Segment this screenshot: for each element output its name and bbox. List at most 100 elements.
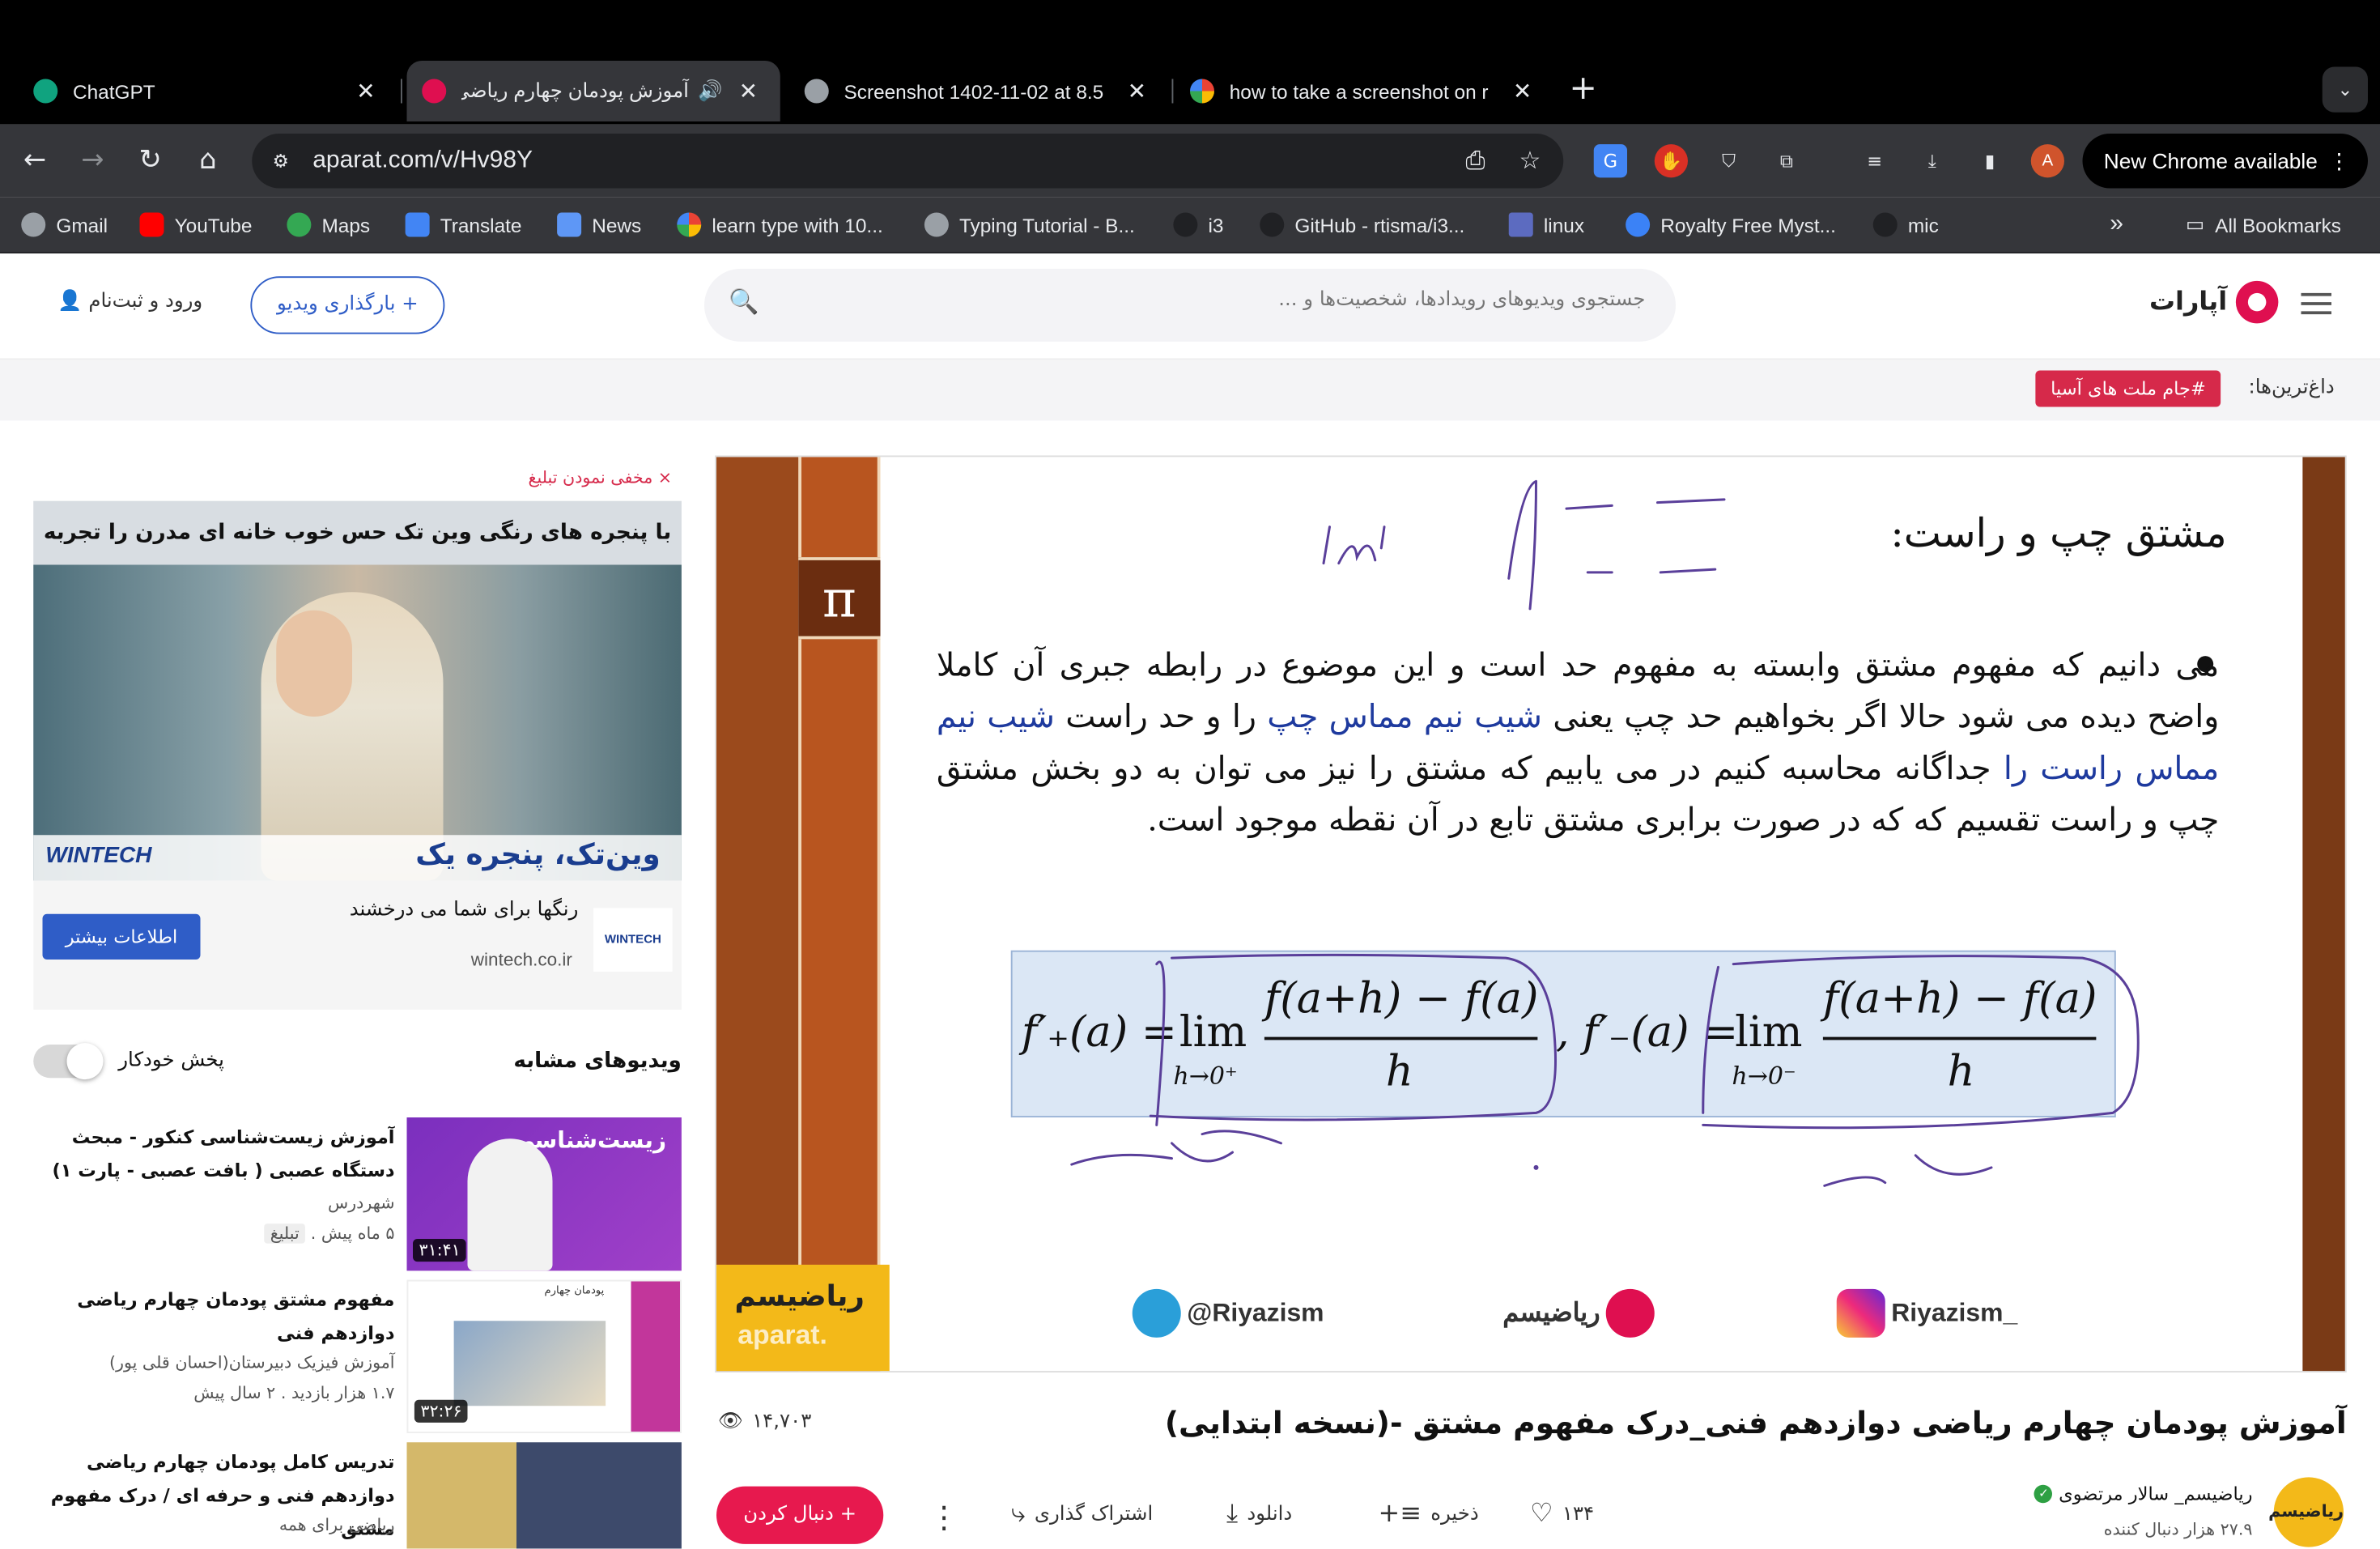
reload-icon[interactable]: ↻ bbox=[130, 141, 170, 181]
tab-strip: ChatGPT ✕ آموزش پودمان چهارم ریاضی دو 🔊 … bbox=[0, 0, 2380, 125]
related-channel[interactable]: آموزش فیزیک دبیرستان(احسان قلی پور) bbox=[109, 1353, 395, 1372]
related-channel[interactable]: شهردرس bbox=[328, 1194, 395, 1213]
bookmark-github[interactable]: GitHub - rtisma/i3... bbox=[1260, 211, 1464, 239]
close-icon[interactable]: ✕ bbox=[1120, 78, 1154, 105]
bookmark-news[interactable]: News bbox=[557, 211, 641, 239]
download-button[interactable]: دانلود ⤓ bbox=[1226, 1499, 1292, 1530]
follow-button[interactable]: + دنبال کردن bbox=[716, 1486, 884, 1544]
home-icon[interactable]: ⌂ bbox=[189, 141, 228, 181]
globe-icon bbox=[1872, 212, 1898, 237]
tab-aparat[interactable]: آموزش پودمان چهارم ریاضی دو 🔊 ✕ bbox=[406, 61, 780, 121]
close-icon[interactable]: ✕ bbox=[732, 78, 765, 105]
tab-chatgpt[interactable]: ChatGPT ✕ bbox=[0, 61, 397, 121]
login-button[interactable]: ورود و ثبت‌نام 👤 bbox=[57, 290, 202, 313]
ad-text: رنگها برای شما می درخشند bbox=[349, 899, 579, 922]
search-icon[interactable]: 🔍 bbox=[729, 287, 759, 316]
upload-video-button[interactable]: + بارگذاری ویدیو bbox=[250, 276, 445, 334]
related-meta-text: ۵ ماه پیش bbox=[321, 1223, 395, 1244]
globe-icon bbox=[21, 212, 46, 237]
ad-more-info-button[interactable]: اطلاعات بیشتر bbox=[42, 913, 201, 960]
forward-icon[interactable]: → bbox=[73, 141, 113, 181]
aparat-logo[interactable]: آپارات bbox=[2149, 280, 2279, 324]
address-bar[interactable]: ⚙ aparat.com/v/Hv98Y ⎙ ☆ bbox=[252, 134, 1564, 189]
channel-avatar[interactable]: ریاضیسم bbox=[2268, 1477, 2344, 1547]
bookmark-translate[interactable]: Translate bbox=[405, 211, 521, 239]
social-text: Riyazism_ bbox=[1891, 1298, 2018, 1327]
speaker-icon[interactable]: 🔊 bbox=[698, 79, 722, 104]
search-box: 🔍 bbox=[704, 268, 1676, 342]
like-button[interactable]: ۱۳۴ ♡ bbox=[1530, 1499, 1594, 1530]
heart-icon: ♡ bbox=[1530, 1498, 1553, 1530]
bookmark-linux[interactable]: linux bbox=[1508, 211, 1584, 239]
close-icon[interactable]: ✕ bbox=[1506, 78, 1539, 105]
url-text[interactable]: aparat.com/v/Hv98Y bbox=[312, 147, 533, 175]
shield-icon[interactable]: ⛉ bbox=[1712, 144, 1745, 177]
similar-videos-heading: ویدیوهای مشابه bbox=[513, 1049, 682, 1074]
close-icon[interactable]: ✕ bbox=[349, 78, 382, 105]
related-video[interactable]: تدریس کامل پودمان چهارم ریاضی دوازدهم فن… bbox=[33, 1442, 682, 1549]
autoplay-toggle[interactable] bbox=[33, 1043, 104, 1080]
ad-brand-logo: WINTECH bbox=[593, 908, 673, 972]
trending-chip[interactable]: #جام ملت های آسیا bbox=[2035, 370, 2221, 407]
back-icon[interactable]: ← bbox=[15, 141, 55, 181]
related-meta: ۵ ماه پیش . تبلیغ bbox=[264, 1223, 395, 1244]
related-video[interactable]: پودمان چهارم ۳۲:۲۶ مفهوم مشتق پودمان چها… bbox=[33, 1279, 682, 1433]
share-button[interactable]: اشتراک گذاری ⤷ bbox=[1011, 1499, 1153, 1530]
menu-icon[interactable] bbox=[2301, 292, 2331, 315]
more-bookmarks-icon[interactable]: » bbox=[2110, 211, 2123, 239]
side-panel-icon[interactable]: ▮ bbox=[1974, 144, 2007, 177]
bookmark-maps[interactable]: Maps bbox=[287, 211, 370, 239]
ad-image[interactable] bbox=[33, 564, 682, 881]
bookmark-label: Royalty Free Myst... bbox=[1660, 213, 1836, 236]
related-title[interactable]: مفهوم مشتق پودمان چهارم ریاضی دوازدهم فن… bbox=[45, 1283, 394, 1350]
bookmark-royalty[interactable]: Royalty Free Myst... bbox=[1626, 211, 1836, 239]
save-button[interactable]: ذخیره ≡+ bbox=[1379, 1499, 1479, 1530]
related-title[interactable]: آموزش زیست‌شناسی کنکور - مبحث دستگاه عصب… bbox=[45, 1121, 394, 1188]
update-chrome-button[interactable]: New Chrome available ⋮ bbox=[2082, 134, 2368, 189]
bookmark-typing-tutorial[interactable]: Typing Tutorial - B... bbox=[924, 211, 1135, 239]
more-vert-icon[interactable]: ⋮ bbox=[929, 1499, 960, 1535]
related-video[interactable]: زیست‌شناسی ۳۱:۴۱ آموزش زیست‌شناسی کنکور … bbox=[33, 1117, 682, 1271]
site-header: ورود و ثبت‌نام 👤 + بارگذاری ویدیو 🔍 آپار… bbox=[0, 253, 2380, 360]
channel-name[interactable]: ریاضیسم_ سالار مرتضوی ✓ bbox=[2034, 1483, 2253, 1504]
download-icon[interactable]: ⤓ bbox=[1915, 144, 1949, 177]
related-thumbnail[interactable]: پودمان چهارم ۳۲:۲۶ bbox=[406, 1279, 682, 1433]
media-control-icon[interactable]: ≡ bbox=[1858, 144, 1891, 177]
profile-avatar[interactable]: A bbox=[2030, 144, 2064, 178]
bookmark-label: GitHub - rtisma/i3... bbox=[1294, 213, 1465, 236]
all-bookmarks-button[interactable]: ▭ All Bookmarks bbox=[2186, 211, 2341, 239]
advertisement[interactable]: با پنجره های رنگی وین تک حس خوب خانه ای … bbox=[33, 500, 682, 1010]
duration-badge: ۳۱:۴۱ bbox=[413, 1239, 467, 1262]
more-vert-icon[interactable]: ⋮ bbox=[2328, 134, 2349, 189]
related-channel[interactable]: ریاضی برای همه bbox=[279, 1515, 395, 1534]
brand-name: آپارات bbox=[2149, 287, 2228, 317]
bookmark-i3[interactable]: i3 bbox=[1173, 211, 1223, 239]
search-input[interactable] bbox=[795, 288, 1646, 312]
bookmark-star-icon[interactable]: ☆ bbox=[1515, 146, 1545, 177]
ad-domain[interactable]: wintech.co.ir bbox=[471, 949, 572, 970]
adblock-extension-icon[interactable]: ✋ bbox=[1654, 144, 1688, 178]
related-thumbnail[interactable] bbox=[406, 1442, 682, 1549]
hide-ad-button[interactable]: × مخفی نمودن تبلیغ bbox=[529, 468, 673, 487]
autoplay-label: پخش خودکار bbox=[118, 1049, 224, 1072]
video-player[interactable]: π ریاضیسم aparat. مشتق چپ و راست: ● می د… bbox=[715, 455, 2347, 1372]
related-meta: ۱.۷ هزار بازدید . ۲ سال پیش bbox=[193, 1383, 395, 1403]
handwriting-annotations bbox=[1070, 479, 2140, 1187]
tab-search-button[interactable]: ⌄ bbox=[2322, 66, 2368, 113]
tab-google[interactable]: how to take a screenshot on r ✕ bbox=[1175, 61, 1554, 121]
related-thumbnail[interactable]: زیست‌شناسی ۳۱:۴۱ bbox=[406, 1117, 682, 1271]
aparat-handle: ریاضیسم bbox=[1502, 1288, 1660, 1338]
site-info-icon[interactable]: ⚙ bbox=[267, 147, 295, 175]
bookmark-gmail[interactable]: Gmail bbox=[21, 211, 108, 239]
tab-separator bbox=[1171, 79, 1174, 104]
tab-screenshot[interactable]: Screenshot 1402-11-02 at 8.5 ✕ bbox=[784, 61, 1169, 121]
extensions-puzzle-icon[interactable]: ⧉ bbox=[1770, 144, 1803, 177]
new-tab-button[interactable]: + bbox=[1566, 72, 1600, 106]
share-icon: ⤷ bbox=[1010, 1498, 1026, 1530]
install-app-icon[interactable]: ⎙ bbox=[1460, 146, 1491, 177]
eye-icon: 👁 bbox=[717, 1410, 743, 1433]
bookmark-mic[interactable]: mic bbox=[1872, 211, 1939, 239]
bookmark-typing[interactable]: learn type with 10... bbox=[677, 211, 883, 239]
translate-extension-icon[interactable]: G bbox=[1593, 144, 1627, 178]
bookmark-youtube[interactable]: YouTube bbox=[139, 211, 252, 239]
